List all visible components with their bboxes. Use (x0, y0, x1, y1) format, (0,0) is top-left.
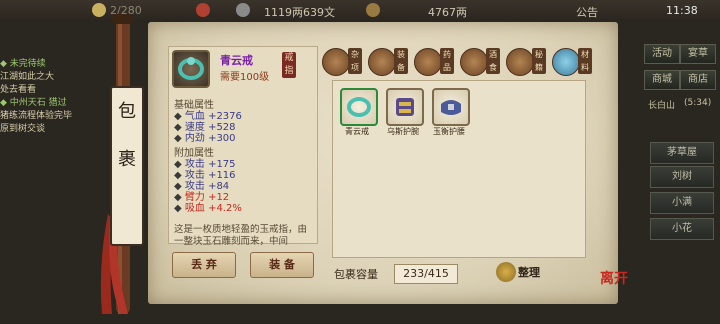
food-category-icon[interactable] (460, 48, 488, 76)
capacity-value: 233/415 (394, 264, 458, 284)
title-char-1: 包 (118, 101, 136, 122)
equip-category-icon[interactable] (368, 48, 396, 76)
stat-row: ◆ 臂力 +12 (174, 192, 230, 203)
location-time: (5:34) (684, 98, 712, 108)
mall-button[interactable]: 商城 (644, 70, 680, 90)
gold-icon (366, 3, 380, 17)
material-category-icon[interactable] (552, 48, 580, 76)
quest-line: 猪练流程体验完毕 (0, 111, 73, 121)
announce-button[interactable]: 公告 (576, 4, 598, 20)
shop-button[interactable]: 商店 (680, 70, 716, 90)
sidebar-item-xiaoman[interactable]: 小满 (650, 192, 714, 214)
sort-button[interactable]: 整理 (518, 264, 540, 280)
quest-title: ◆ 中州天石 猎过 (0, 98, 67, 108)
category-tab-misc[interactable]: 杂项 (348, 48, 362, 74)
title-char-2: 裹 (118, 149, 136, 170)
bonus-stats-title: 附加属性 (174, 148, 214, 159)
quest-line: 原到树交谈 (0, 124, 46, 134)
item-name: 青云戒 (220, 54, 253, 67)
sidebar-item-hut[interactable]: 茅草屋 (650, 142, 714, 164)
slot-label: 玉衡护腰 (433, 127, 465, 136)
sort-icon[interactable] (496, 262, 516, 282)
category-tab-equip[interactable]: 装备 (394, 48, 408, 74)
activity-button[interactable]: 活动 (644, 44, 680, 64)
inventory-slot-ring[interactable] (340, 88, 378, 126)
quest-log[interactable]: ◆ 未完待续 江湖如此之大 处去看看 ◆ 中州天石 猎过 猪练流程体验完毕 原到… (0, 58, 110, 178)
bracer-icon (396, 98, 414, 116)
item-level-requirement: 需要100级 (220, 72, 270, 83)
location-label: 长白山 (648, 101, 676, 111)
stat-row: ◆ 攻击 +84 (174, 181, 230, 192)
leave-button[interactable]: 离开 (600, 268, 628, 288)
clock: 11:38 (666, 4, 698, 17)
stat-row: ◆ 吸血 +4.2% (174, 203, 242, 214)
quest-title: ◆ 未完待续 (0, 59, 46, 69)
item-type-tag: 戒指 (282, 52, 296, 78)
medicine-category-icon[interactable] (414, 48, 442, 76)
category-tab-material[interactable]: 材料 (578, 48, 592, 74)
category-tab-manual[interactable]: 秘籍 (532, 48, 546, 74)
discard-button[interactable]: 丢 弃 (172, 252, 236, 278)
stat-row: ◆ 内劲 +300 (174, 133, 236, 144)
ring-icon (347, 97, 371, 117)
quest-line: 江湖如此之大 (0, 72, 55, 82)
scroll-title: 包 裹 (110, 86, 144, 246)
equip-button[interactable]: 装 备 (250, 252, 314, 278)
slot-label: 青云戒 (345, 127, 369, 136)
capacity-label: 包裹容量 (334, 268, 378, 281)
inventory-slot-bracer[interactable] (386, 88, 424, 126)
inventory-slot-belt[interactable] (432, 88, 470, 126)
ring-icon (172, 50, 210, 88)
gems-value: 4767两 (428, 6, 467, 19)
sidebar-item-xiaohua[interactable]: 小花 (650, 218, 714, 240)
stat-row: ◆ 攻击 +175 (174, 159, 236, 170)
item-stats: 基础属性 ◆ 气血 +2376 ◆ 速度 +528 ◆ 内劲 +300 附加属性… (174, 100, 242, 214)
category-tab-food[interactable]: 酒食 (486, 48, 500, 74)
stat-row: ◆ 速度 +528 (174, 122, 236, 133)
stat-row: ◆ 气血 +2376 (174, 111, 242, 122)
silver-icon (236, 3, 250, 17)
manual-category-icon[interactable] (506, 48, 534, 76)
slot-label: 乌斯护腕 (387, 127, 419, 136)
money-value: 1119两639文 (264, 6, 335, 19)
feast-button[interactable]: 宴草 (680, 44, 716, 64)
sidebar-item-liushu[interactable]: 刘树 (650, 166, 714, 188)
stat-row: ◆ 攻击 +116 (174, 170, 236, 181)
item-description: 这是一枚质地轻盈的玉戒指，由一整块玉石雕刻而来，中间 (174, 224, 308, 246)
category-tab-medicine[interactable]: 药品 (440, 48, 454, 74)
belt-icon (441, 100, 461, 115)
quest-line: 处去看看 (0, 85, 37, 95)
base-stats-title: 基础属性 (174, 100, 214, 111)
misc-category-icon[interactable] (322, 48, 350, 76)
add-icon[interactable] (196, 3, 210, 17)
